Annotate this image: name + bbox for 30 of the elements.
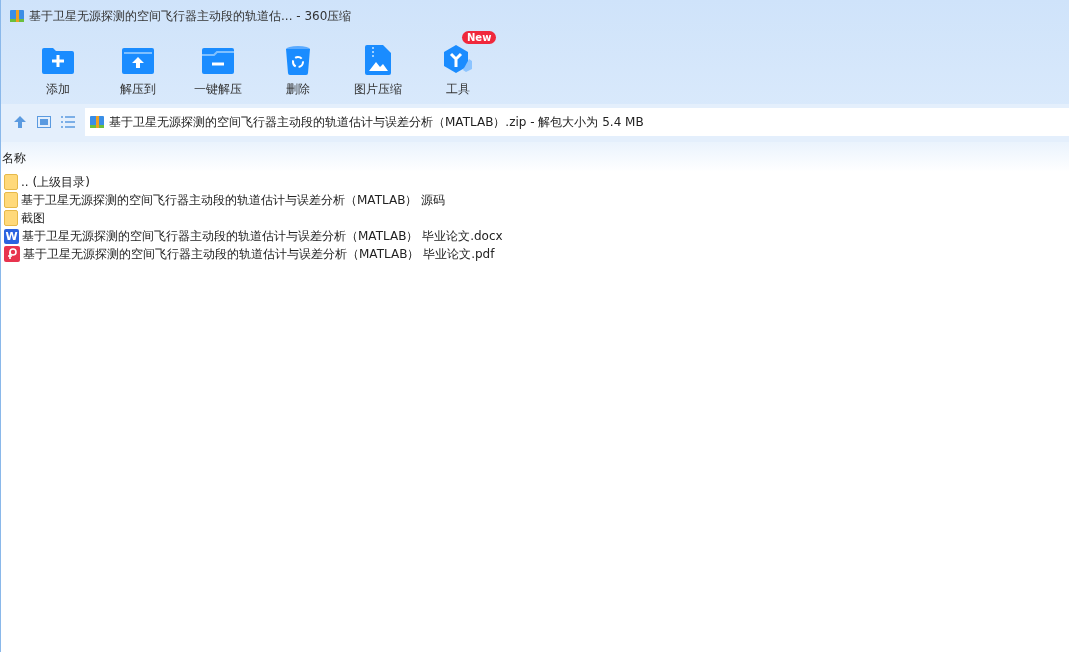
window-title: 基于卫星无源探测的空间飞行器主动段的轨道估... - 360压缩 (29, 7, 352, 25)
folder-icon (4, 174, 18, 190)
archive-icon (89, 114, 105, 130)
word-document-icon: W (4, 228, 19, 244)
recycle-bin-icon (285, 45, 311, 75)
column-header[interactable]: 名称 (1, 142, 1069, 173)
toolbar-button[interactable]: 图片压缩 (338, 32, 418, 104)
pdf-document-icon (4, 246, 20, 262)
folder-icon (4, 192, 18, 208)
file-row[interactable]: W 基于卫星无源探测的空间飞行器主动段的轨道估计与误差分析（MATLAB） 毕业论文.docx (1, 227, 1069, 245)
toolbar-button[interactable]: 解压到 (98, 32, 178, 104)
folder-minus-icon (202, 47, 234, 75)
toolbar-button[interactable]: 一键解压 (178, 32, 258, 104)
hexagon-icon (442, 43, 474, 75)
file-row[interactable]: 截图 (1, 209, 1069, 227)
new-badge: New (462, 31, 497, 44)
archive-icon (9, 8, 25, 24)
file-row[interactable]: 基于卫星无源探测的空间飞行器主动段的轨道估计与误差分析（MATLAB） 源码 (1, 191, 1069, 209)
toolbar-button[interactable]: 删除 (258, 32, 338, 104)
toolbar-button[interactable]: 添加 (18, 32, 98, 104)
folder-plus-icon (42, 47, 74, 75)
up-arrow-icon[interactable] (13, 115, 27, 129)
file-row[interactable]: .. (上级目录) (1, 173, 1069, 191)
file-row[interactable]: 基于卫星无源探测的空间飞行器主动段的轨道估计与误差分析（MATLAB） 毕业论文.pdf (1, 245, 1069, 263)
address-field[interactable]: 基于卫星无源探测的空间飞行器主动段的轨道估计与误差分析（MATLAB）.zip - 解包大小为 5.4 MB (85, 108, 1069, 136)
thumbnail-view-icon[interactable] (37, 116, 51, 128)
list-view-icon[interactable] (61, 116, 75, 128)
image-file-icon (365, 45, 391, 75)
toolbar-button[interactable]: New 工具 (418, 32, 498, 104)
folder-icon (4, 210, 18, 226)
